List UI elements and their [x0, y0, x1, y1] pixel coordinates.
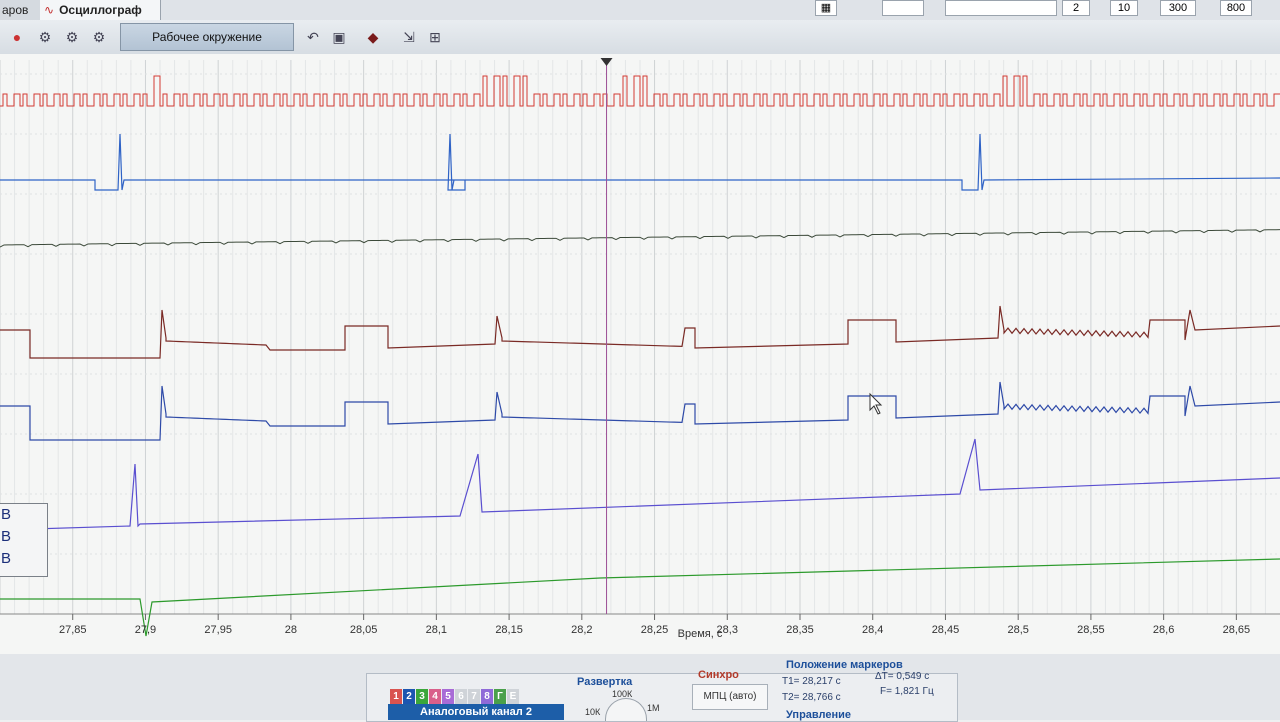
tick-label: 28,4 [862, 624, 883, 636]
tick-label: 28,45 [932, 624, 960, 636]
tick-label: 28,35 [786, 624, 814, 636]
trace-channel-1 [0, 75, 1280, 107]
tick-label: 28,6 [1153, 624, 1174, 636]
time-axis-ticks: 27,85 27,9 27,95 28 28,05 28,1 28,15 28,2 28,25 2… [59, 614, 1250, 636]
fit-icon[interactable]: ⇲ [398, 26, 420, 48]
tick-label: 28,15 [495, 624, 523, 636]
top-spinner-1[interactable]: 300 [1160, 0, 1196, 16]
channel-button-2[interactable]: 2 [403, 689, 415, 705]
selected-channel-label: Аналоговый канал 2 [388, 704, 564, 720]
channel-button-3[interactable]: 3 [416, 689, 428, 705]
oscilloscope-icon: ∿ [44, 3, 55, 17]
undo-icon[interactable]: ↶ [302, 26, 324, 48]
sweep-label-10k: 10К [585, 707, 601, 717]
marker-dt: ΔT= 0,549 с [875, 671, 930, 682]
save-frames-icon[interactable]: ⚙ [34, 26, 56, 48]
channel-button-1[interactable]: 1 [390, 689, 402, 705]
channel-button-7[interactable]: 7 [468, 689, 480, 705]
marker-t2: T2= 28,766 с [782, 692, 841, 703]
top-select-1[interactable] [882, 0, 924, 16]
tick-label: 27,95 [204, 624, 232, 636]
top-bar: аров ∿ Осциллограф ▦ 2 10 300 800 [0, 0, 1280, 21]
sync-select[interactable]: МПЦ (авто) [692, 684, 768, 710]
tick-label: 28,5 [1007, 624, 1028, 636]
channel-unit-1: В [1, 506, 12, 523]
tick-label: 28,25 [641, 624, 669, 636]
top-select-4[interactable]: 10 [1110, 0, 1138, 16]
channel-button-9[interactable]: Г [494, 689, 506, 705]
top-spinner-2[interactable]: 800 [1220, 0, 1252, 16]
toolbar: ● ⚙ ⚙ ⚙ Рабочее окружение ↶ ▣ ◆ ⇲ ⊞ [0, 20, 1280, 55]
channel-button-6[interactable]: 6 [455, 689, 467, 705]
sweep-label-1m: 1М [647, 703, 660, 713]
markers-title: Положение маркеров [786, 659, 903, 671]
oscillogram-svg: 27,85 27,9 27,95 28 28,05 28,1 28,15 28,2 28,25 2… [0, 58, 1280, 640]
oscillogram-plot[interactable]: 27,85 27,9 27,95 28 28,05 28,1 28,15 28,2 28,25 2… [0, 54, 1280, 654]
channel-units-box: В В В [0, 503, 48, 577]
record-icon[interactable]: ● [6, 26, 28, 48]
grid-icon[interactable]: ⊞ [424, 26, 446, 48]
environment-select[interactable]: Рабочее окружение [120, 23, 294, 51]
tick-label: 28,1 [426, 624, 447, 636]
save-icon[interactable]: ▣ [328, 26, 350, 48]
tick-label: 28,65 [1223, 624, 1251, 636]
control-title: Управление [786, 709, 852, 721]
top-select-3[interactable]: 2 [1062, 0, 1090, 16]
settings-icon[interactable]: ⚙ [61, 26, 83, 48]
channel-button-10[interactable]: Е [507, 689, 519, 705]
car-icon[interactable]: ◆ [362, 26, 384, 48]
marker-t1: T1= 28,217 с [782, 676, 841, 687]
time-axis-label: Время, с [678, 628, 723, 640]
tab-oscilloscope[interactable]: ∿ Осциллограф [40, 0, 161, 20]
sweep-title: Развертка [577, 676, 633, 688]
marker-freq: F= 1,821 Гц [880, 686, 934, 697]
channel-unit-2: В [1, 528, 12, 545]
plot-grid [0, 60, 1280, 615]
color-picker-button[interactable]: ▦ [815, 0, 837, 16]
tick-label: 28,55 [1077, 624, 1105, 636]
tick-label: 27,85 [59, 624, 87, 636]
channel-button-8[interactable]: 8 [481, 689, 493, 705]
sync-title: Синхро [698, 669, 739, 681]
tab-oscilloscope-label: Осциллограф [59, 3, 142, 17]
channel-button-4[interactable]: 4 [429, 689, 441, 705]
channel-button-5[interactable]: 5 [442, 689, 454, 705]
channel-unit-3: В [1, 550, 12, 567]
tick-label: 28,05 [350, 624, 378, 636]
tick-label: 28,2 [571, 624, 592, 636]
config-icon[interactable]: ⚙ [88, 26, 110, 48]
tab-previous[interactable]: аров [0, 0, 41, 20]
tick-label: 28 [285, 624, 297, 636]
tick-label: 27,9 [135, 624, 156, 636]
mouse-cursor-icon [869, 392, 883, 415]
channel-selector: 12345678ГЕ [390, 686, 520, 705]
top-select-2[interactable] [945, 0, 1057, 16]
